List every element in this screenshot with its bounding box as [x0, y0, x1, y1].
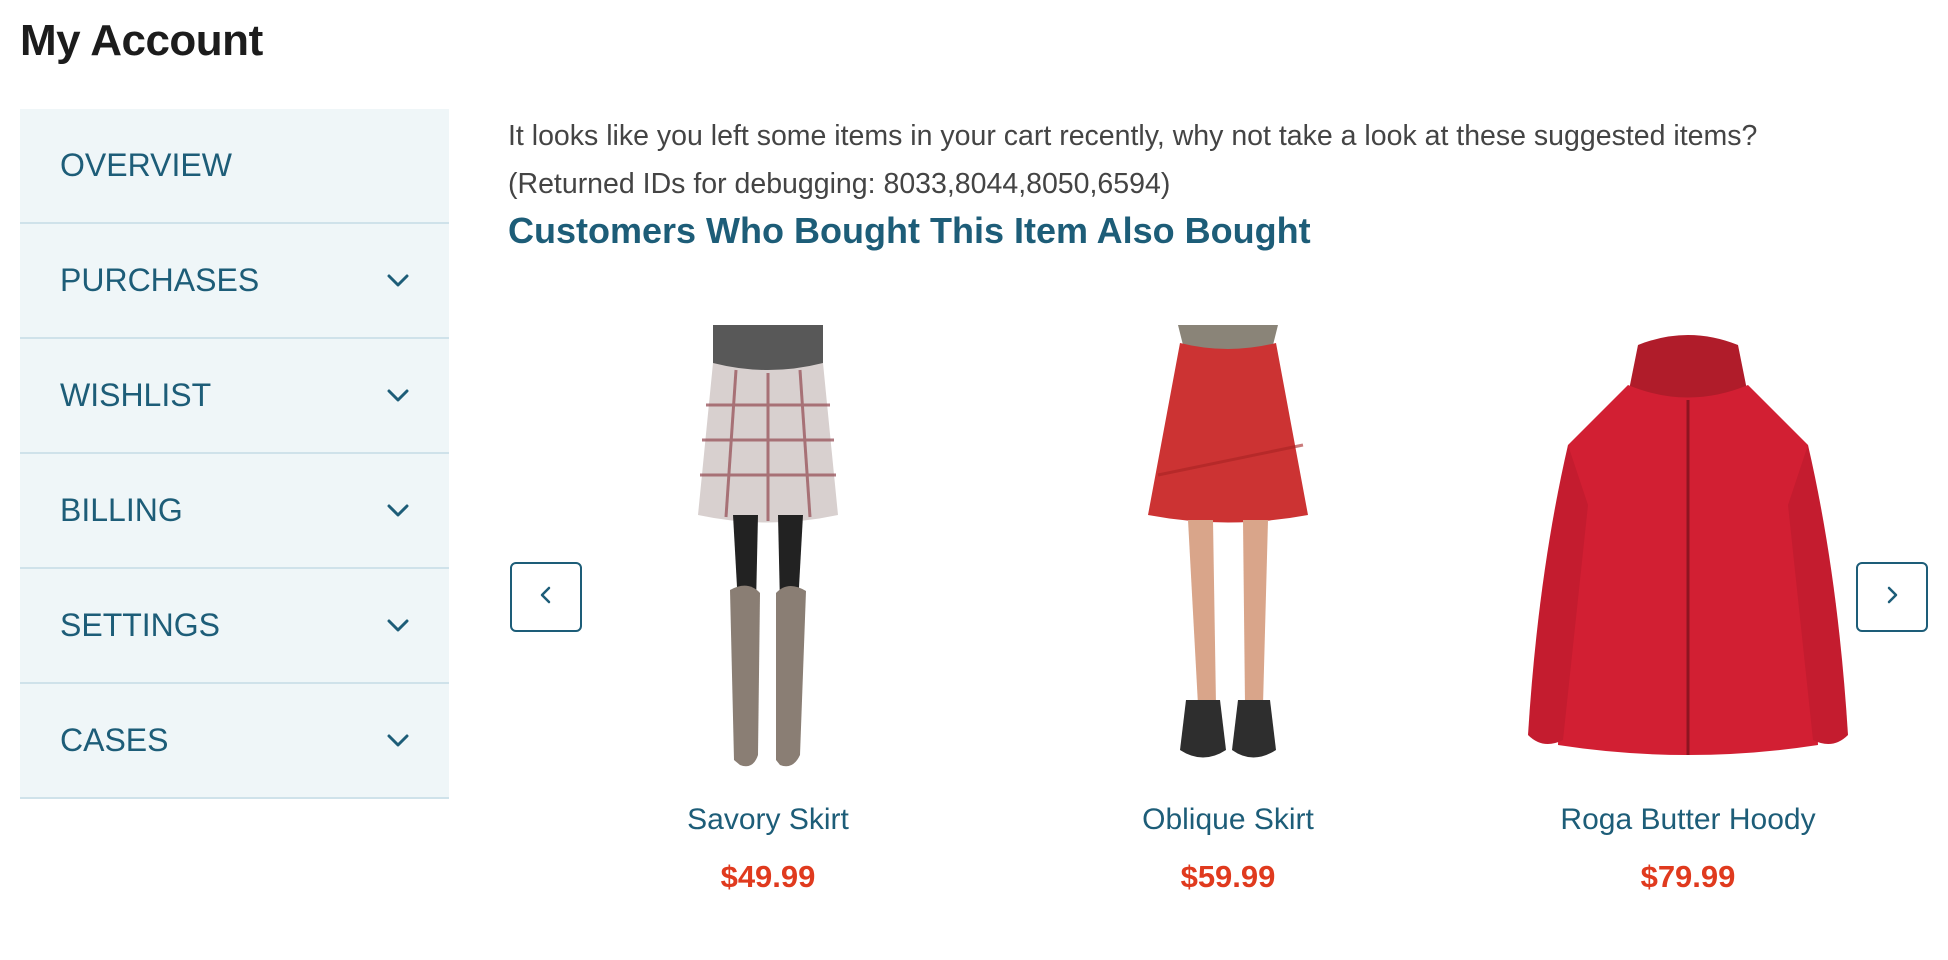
product-image[interactable]: [548, 325, 988, 775]
sidebar-item-settings[interactable]: SETTINGS: [20, 569, 449, 684]
sidebar-item-overview[interactable]: OVERVIEW: [20, 109, 449, 224]
sidebar-item-label: SETTINGS: [60, 607, 221, 643]
sidebar-item-label: CASES: [60, 722, 169, 758]
page-title: My Account: [20, 16, 263, 65]
chevron-down-icon: [385, 728, 411, 754]
product-image[interactable]: [1008, 325, 1448, 775]
product-image[interactable]: [1468, 325, 1908, 775]
sidebar-item-cases[interactable]: CASES: [20, 684, 449, 799]
cart-reminder-text: It looks like you left some items in you…: [508, 120, 1758, 152]
chevron-down-icon: [385, 383, 411, 409]
sidebar-item-billing[interactable]: BILLING: [20, 454, 449, 569]
product-price: $49.99: [720, 859, 816, 894]
recommendations-section: It looks like you left some items in you…: [508, 112, 1928, 252]
section-title: Customers Who Bought This Item Also Boug…: [508, 210, 1311, 251]
chevron-down-icon: [385, 268, 411, 294]
chevron-down-icon: [385, 613, 411, 639]
product-price: $79.99: [1640, 859, 1736, 894]
product-carousel: Savory Skirt $49.99 Oblique Skirt $59.99: [508, 325, 1928, 925]
sidebar-item-label: PURCHASES: [60, 262, 260, 298]
sidebar-item-purchases[interactable]: PURCHASES: [20, 224, 449, 339]
account-sidebar: OVERVIEW PURCHASES WISHLIST BILLING SETT…: [20, 109, 449, 799]
sidebar-item-wishlist[interactable]: WISHLIST: [20, 339, 449, 454]
sidebar-item-label: OVERVIEW: [60, 147, 232, 183]
product-card[interactable]: Roga Butter Hoody $79.99: [1468, 325, 1908, 895]
product-price: $59.99: [1180, 859, 1276, 894]
product-card[interactable]: Savory Skirt $49.99: [548, 325, 988, 895]
sidebar-item-label: WISHLIST: [60, 377, 212, 413]
debug-ids-text: (Returned IDs for debugging: 8033,8044,8…: [508, 168, 1171, 200]
product-name[interactable]: Roga Butter Hoody: [1468, 803, 1908, 837]
product-card[interactable]: Oblique Skirt $59.99: [1008, 325, 1448, 895]
product-name[interactable]: Oblique Skirt: [1008, 803, 1448, 837]
chevron-down-icon: [385, 498, 411, 524]
chevron-right-icon: [1885, 585, 1899, 610]
carousel-next-button[interactable]: [1856, 562, 1928, 632]
sidebar-item-label: BILLING: [60, 492, 183, 528]
product-name[interactable]: Savory Skirt: [548, 803, 988, 837]
